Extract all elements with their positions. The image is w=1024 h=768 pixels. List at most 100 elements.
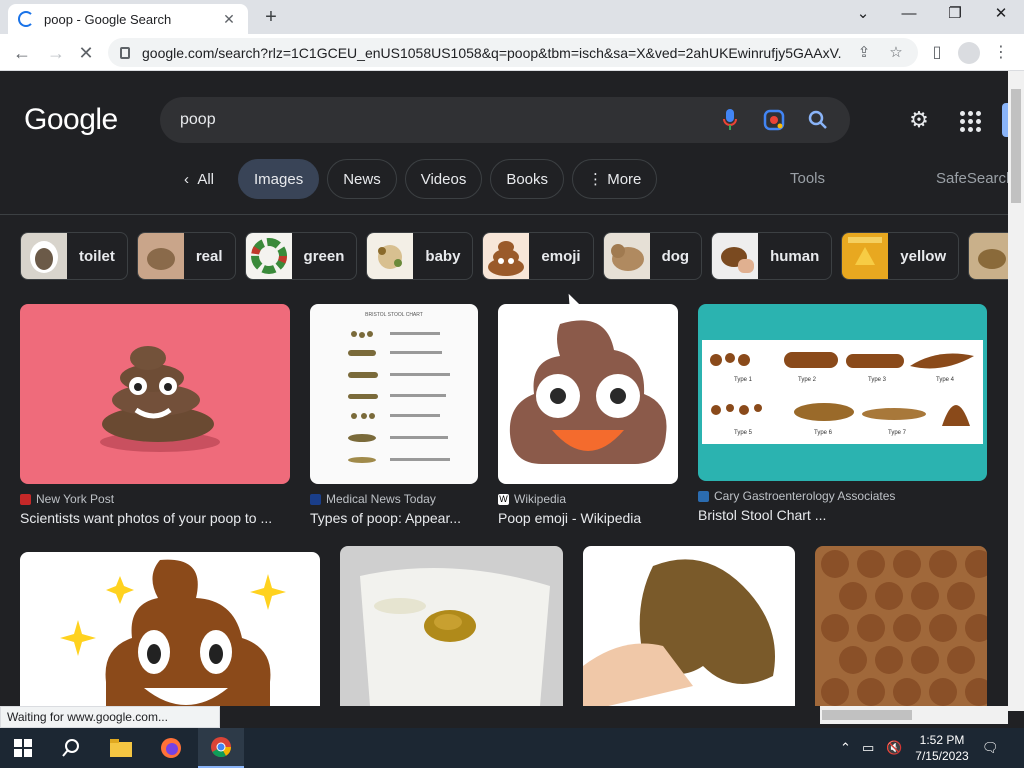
chip-more[interactable] xyxy=(968,232,1008,280)
network-icon[interactable]: ▭ xyxy=(862,740,874,756)
chip-real[interactable]: real xyxy=(136,232,236,280)
search-input[interactable]: poop xyxy=(180,111,698,129)
image-result[interactable] xyxy=(815,546,987,706)
search-icon[interactable] xyxy=(806,108,830,132)
browser-tab[interactable]: poop - Google Search ✕ xyxy=(8,4,248,34)
firefox-icon[interactable] xyxy=(148,728,194,768)
profile-button[interactable] xyxy=(956,40,982,66)
image-result[interactable] xyxy=(583,546,795,706)
browser-toolbar: ← → ✕ google.com/search?rlz=1C1GCEU_enUS… xyxy=(0,34,1024,71)
chip-human[interactable]: human xyxy=(711,232,833,280)
new-tab-button[interactable]: + xyxy=(258,4,284,30)
menu-icon[interactable]: ⋮ xyxy=(988,40,1014,66)
chip-label: human xyxy=(770,247,820,265)
back-button[interactable]: ← xyxy=(8,39,36,67)
result-image[interactable] xyxy=(815,546,987,706)
tab-all[interactable]: ‹ All xyxy=(168,159,230,199)
tab-more[interactable]: ⋮ More xyxy=(572,159,658,199)
tab-videos[interactable]: Videos xyxy=(404,159,483,199)
chip-thumbnail xyxy=(245,233,292,279)
chevron-up-icon[interactable]: ⌃ xyxy=(840,740,851,756)
share-icon[interactable]: ⇪ xyxy=(854,43,874,63)
side-panel-icon[interactable]: ▯ xyxy=(924,40,950,66)
result-image[interactable]: BRISTOL STOOL CHART xyxy=(310,304,478,484)
result-title[interactable]: Poop emoji - Wikipedia xyxy=(498,510,678,526)
chip-toilet[interactable]: toilet xyxy=(20,232,128,280)
chip-thumbnail xyxy=(137,233,184,279)
result-image[interactable]: Type 1 Type 2 Type 3 Type 4 Type 5 Type … xyxy=(698,304,987,481)
file-explorer-icon[interactable] xyxy=(98,728,144,768)
image-result[interactable]: W Wikipedia Poop emoji - Wikipedia xyxy=(498,304,678,526)
image-result[interactable]: Type 1 Type 2 Type 3 Type 4 Type 5 Type … xyxy=(698,304,987,523)
result-title[interactable]: Types of poop: Appear... xyxy=(310,510,478,526)
svg-text:Type 5: Type 5 xyxy=(734,430,753,436)
start-button[interactable] xyxy=(0,728,46,768)
tab-books[interactable]: Books xyxy=(490,159,565,199)
stop-button[interactable]: ✕ xyxy=(72,39,100,67)
svg-text:Type 7: Type 7 xyxy=(888,430,907,436)
chip-thumbnail xyxy=(969,233,1008,279)
result-source: W Wikipedia xyxy=(498,492,678,506)
microphone-icon[interactable] xyxy=(718,108,742,132)
result-image[interactable] xyxy=(20,552,320,706)
favicon-icon xyxy=(20,493,31,505)
avatar xyxy=(958,42,980,64)
volume-muted-icon[interactable]: 🔇 xyxy=(886,740,902,756)
chip-green[interactable]: green xyxy=(244,232,358,280)
result-image[interactable] xyxy=(340,546,563,706)
svg-text:Type 6: Type 6 xyxy=(814,430,833,436)
chip-yellow[interactable]: yellow xyxy=(841,232,960,280)
chip-thumbnail xyxy=(483,233,530,279)
image-result[interactable]: New York Post Scientists want photos of … xyxy=(20,304,290,526)
related-search-chips: toilet real green baby emoji dog human y… xyxy=(20,232,1008,280)
forward-button[interactable]: → xyxy=(42,39,70,67)
scrollbar-thumb[interactable] xyxy=(822,710,912,720)
chip-emoji[interactable]: emoji xyxy=(482,232,594,280)
address-bar[interactable]: google.com/search?rlz=1C1GCEU_enUS1058US… xyxy=(108,38,918,67)
apps-grid-icon[interactable] xyxy=(958,109,982,133)
chip-label: yellow xyxy=(900,247,947,265)
minimize-button[interactable]: — xyxy=(886,0,932,30)
close-tab-icon[interactable]: ✕ xyxy=(220,11,238,28)
restore-button[interactable]: ❐ xyxy=(932,0,978,30)
chip-dog[interactable]: dog xyxy=(602,232,703,280)
result-title[interactable]: Scientists want photos of your poop to .… xyxy=(20,510,290,526)
vertical-scrollbar[interactable] xyxy=(1008,71,1024,711)
settings-gear-icon[interactable]: ⚙ xyxy=(906,107,932,133)
image-result[interactable]: BRISTOL STOOL CHART Medical News Today T… xyxy=(310,304,478,526)
tools-button[interactable]: Tools xyxy=(790,170,825,187)
result-source: Medical News Today xyxy=(310,492,478,506)
search-box[interactable]: poop xyxy=(160,97,850,143)
tab-more-label: More xyxy=(607,170,642,188)
image-result[interactable] xyxy=(20,552,320,706)
result-title[interactable]: Bristol Stool Chart ... xyxy=(698,507,987,523)
result-image[interactable] xyxy=(583,546,795,706)
tab-news[interactable]: News xyxy=(327,159,397,199)
tab-images[interactable]: Images xyxy=(238,159,320,199)
lock-icon[interactable] xyxy=(120,46,130,59)
close-window-button[interactable]: ✕ xyxy=(978,0,1024,30)
notifications-icon[interactable]: 🗨 xyxy=(982,740,999,756)
tab-title: poop - Google Search xyxy=(44,11,172,27)
search-icon[interactable] xyxy=(48,728,94,768)
chip-thumbnail xyxy=(842,233,889,279)
chip-baby[interactable]: baby xyxy=(366,232,474,280)
search-type-tabs: ‹ All Images News Videos Books ⋮ More xyxy=(168,159,665,199)
safesearch-button[interactable]: SafeSearch xyxy=(936,170,1008,187)
result-image[interactable] xyxy=(498,304,678,484)
favicon-icon xyxy=(310,493,321,505)
system-clock[interactable]: 1:52 PM 7/15/2023 xyxy=(912,732,972,764)
bookmark-star-icon[interactable]: ☆ xyxy=(886,43,906,63)
source-name: New York Post xyxy=(36,492,115,506)
image-result[interactable] xyxy=(340,546,563,706)
result-image[interactable] xyxy=(20,304,290,484)
bristol-chart-title: BRISTOL STOOL CHART xyxy=(365,312,423,318)
chip-label: real xyxy=(195,247,223,265)
chrome-icon[interactable] xyxy=(198,728,244,768)
lens-icon[interactable] xyxy=(762,108,786,132)
horizontal-scrollbar[interactable] xyxy=(820,706,1008,724)
google-logo[interactable]: Google xyxy=(24,103,118,137)
scrollbar-thumb[interactable] xyxy=(1011,89,1021,203)
chip-label: toilet xyxy=(79,247,115,265)
tab-search-icon[interactable]: ⌄ xyxy=(840,0,886,30)
